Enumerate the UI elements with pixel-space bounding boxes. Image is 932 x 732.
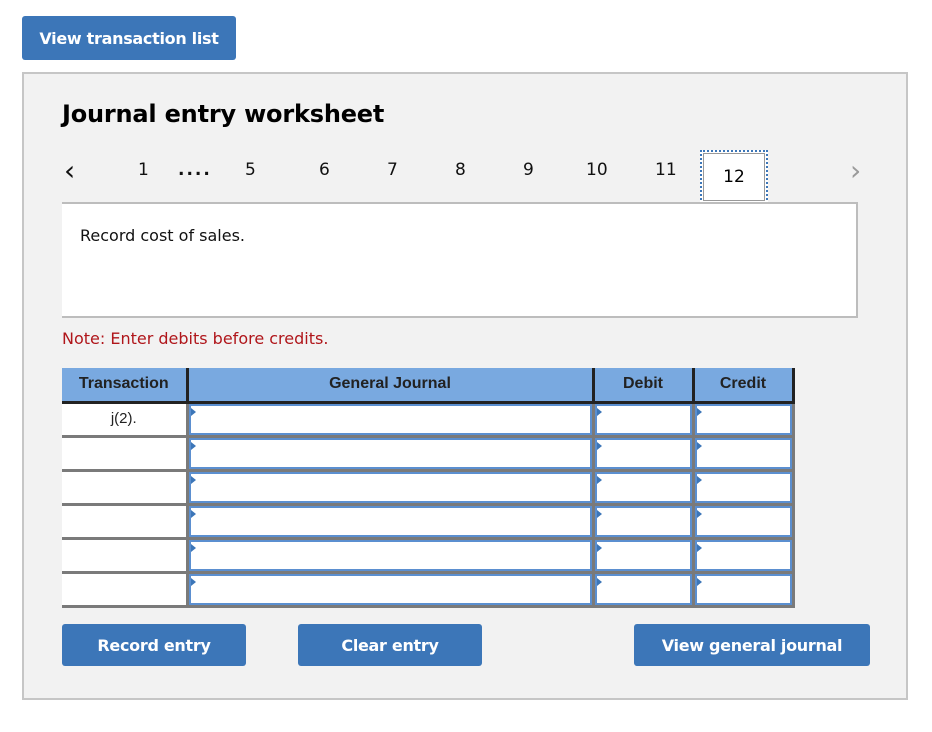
credit-input[interactable] [694, 505, 792, 537]
credit-input[interactable] [694, 471, 792, 503]
debit-input[interactable] [594, 403, 692, 435]
credit-input-cell [693, 470, 795, 506]
debit-input-cell [593, 538, 695, 574]
credit-input-cell [693, 538, 795, 574]
page-1[interactable]: 1 [138, 160, 149, 180]
debit-input-cell [593, 470, 695, 506]
journal-entry-table: Transaction General Journal Debit Credit… [62, 368, 795, 608]
debit-input-cell [593, 402, 695, 438]
debit-input[interactable] [594, 437, 692, 469]
account-dropdown[interactable] [188, 403, 592, 435]
page-11[interactable]: 11 [655, 160, 677, 180]
transaction-cell [62, 504, 189, 540]
table-row [62, 504, 795, 540]
table-row [62, 572, 795, 608]
page-ellipsis: .... [178, 160, 212, 180]
view-transaction-list-button[interactable]: View transaction list [22, 16, 236, 60]
header-general-journal: General Journal [187, 368, 595, 404]
account-dropdown-cell [187, 402, 595, 438]
header-transaction: Transaction [62, 368, 189, 404]
debit-input[interactable] [594, 471, 692, 503]
credit-input-cell [693, 402, 795, 438]
debit-input[interactable] [594, 539, 692, 571]
header-debit: Debit [593, 368, 695, 404]
page-5[interactable]: 5 [245, 160, 256, 180]
transaction-cell [62, 538, 189, 574]
page-6[interactable]: 6 [319, 160, 330, 180]
debit-input-cell [593, 572, 695, 608]
table-row [62, 436, 795, 472]
credit-input[interactable] [694, 437, 792, 469]
view-general-journal-button[interactable]: View general journal [634, 624, 870, 666]
page-8[interactable]: 8 [455, 160, 466, 180]
clear-entry-button[interactable]: Clear entry [298, 624, 482, 666]
account-dropdown[interactable] [188, 539, 592, 571]
credit-input[interactable] [694, 573, 792, 605]
table-row: j(2). [62, 402, 795, 438]
table-header-row: Transaction General Journal Debit Credit [62, 368, 795, 404]
credit-input[interactable] [694, 539, 792, 571]
account-dropdown-cell [187, 436, 595, 472]
debit-input-cell [593, 436, 695, 472]
record-entry-button[interactable]: Record entry [62, 624, 246, 666]
header-credit: Credit [693, 368, 795, 404]
table-row [62, 470, 795, 506]
transaction-cell [62, 572, 189, 608]
account-dropdown[interactable] [188, 471, 592, 503]
page-9[interactable]: 9 [523, 160, 534, 180]
worksheet-pager: ‹ 1 .... 5 6 7 8 9 10 11 12 › [24, 150, 906, 204]
account-dropdown-cell [187, 572, 595, 608]
account-dropdown-cell [187, 470, 595, 506]
account-dropdown[interactable] [188, 437, 592, 469]
debit-credit-note: Note: Enter debits before credits. [62, 329, 329, 348]
journal-entry-worksheet-panel: Journal entry worksheet ‹ 1 .... 5 6 7 8… [22, 72, 908, 700]
worksheet-title: Journal entry worksheet [62, 100, 385, 128]
table-row [62, 538, 795, 574]
credit-input-cell [693, 436, 795, 472]
page-7[interactable]: 7 [387, 160, 398, 180]
account-dropdown-cell [187, 504, 595, 540]
account-dropdown-cell [187, 538, 595, 574]
debit-input[interactable] [594, 505, 692, 537]
instruction-box: Record cost of sales. [62, 202, 858, 318]
transaction-cell [62, 436, 189, 472]
transaction-cell [62, 470, 189, 506]
chevron-right-icon[interactable]: › [850, 154, 861, 187]
credit-input-cell [693, 572, 795, 608]
transaction-cell: j(2). [62, 402, 189, 438]
credit-input-cell [693, 504, 795, 540]
credit-input[interactable] [694, 403, 792, 435]
account-dropdown[interactable] [188, 573, 592, 605]
debit-input-cell [593, 504, 695, 540]
debit-input[interactable] [594, 573, 692, 605]
account-dropdown[interactable] [188, 505, 592, 537]
instruction-text: Record cost of sales. [80, 226, 246, 245]
chevron-left-icon[interactable]: ‹ [64, 154, 75, 187]
page-10[interactable]: 10 [586, 160, 608, 180]
page-12-active[interactable]: 12 [700, 150, 768, 204]
